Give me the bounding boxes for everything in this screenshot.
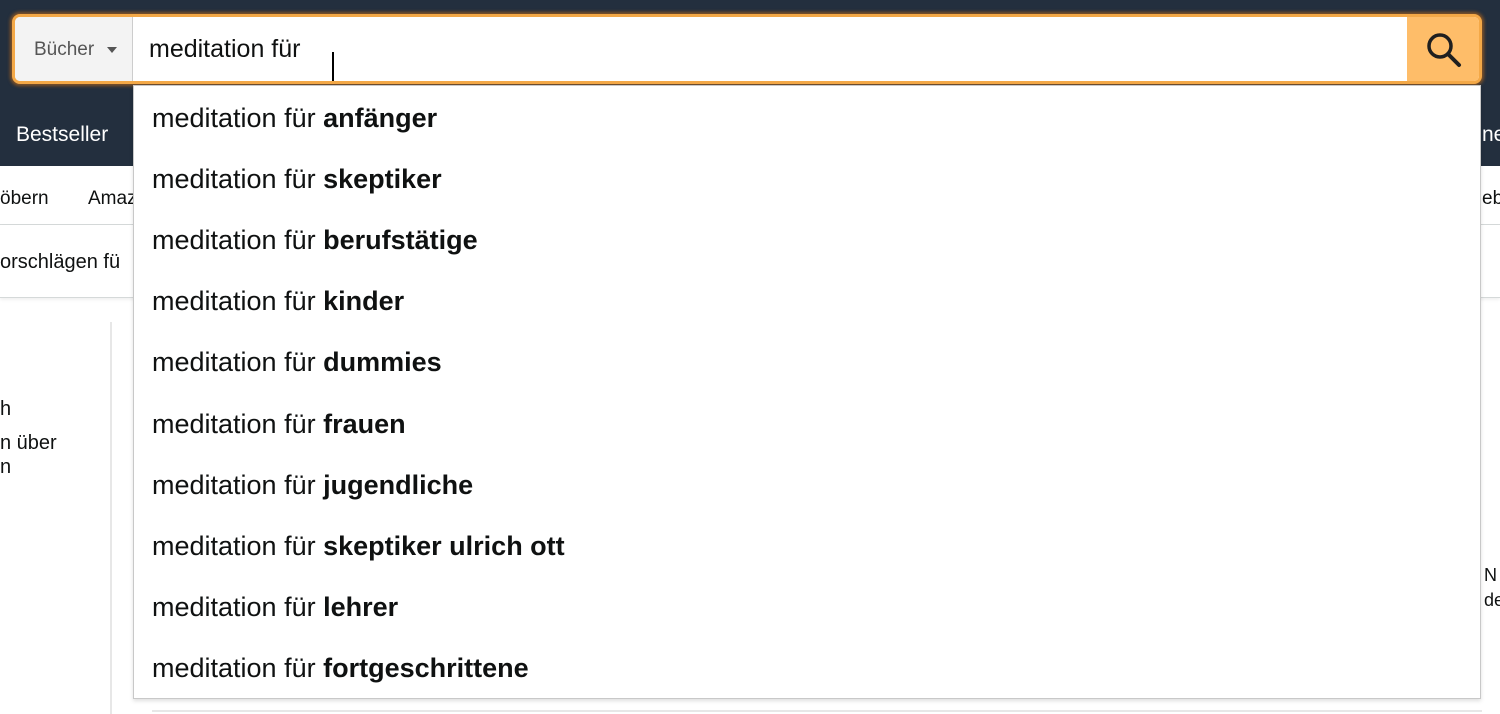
content-divider [152, 710, 1482, 712]
nav-item-partial[interactable]: ne [1482, 104, 1500, 166]
autocomplete-dropdown: meditation für anfänger meditation für s… [133, 85, 1481, 699]
subnav-item-amazon[interactable]: Amaz [88, 166, 134, 224]
suggestion-item[interactable]: meditation für berufstätige [134, 210, 1480, 271]
left-sidebar [0, 322, 112, 714]
caret-down-icon [107, 47, 117, 53]
text-cursor [332, 52, 334, 81]
subnav-item-partial[interactable]: ebo [1482, 166, 1500, 224]
right-text-line2: de [1484, 590, 1500, 610]
right-text-line1: N [1484, 565, 1497, 585]
suggestion-item[interactable]: meditation für skeptiker ulrich ott [134, 516, 1480, 577]
left-text-line1: h [0, 398, 12, 420]
left-text-line2: n über [0, 432, 57, 454]
suggestion-item[interactable]: meditation für jugendliche [134, 455, 1480, 516]
category-label: Bücher [34, 39, 95, 60]
suggestion-item[interactable]: meditation für fortgeschrittene [134, 638, 1480, 699]
suggestion-item[interactable]: meditation für dummies [134, 332, 1480, 393]
search-button[interactable] [1407, 17, 1479, 81]
banner-text: orschlägen fü [0, 251, 121, 273]
search-input[interactable] [133, 17, 1407, 81]
suggestion-item[interactable]: meditation für kinder [134, 271, 1480, 332]
suggestion-item[interactable]: meditation für anfänger [134, 88, 1480, 149]
search-bar: Bücher [12, 14, 1482, 84]
suggestion-item[interactable]: meditation für lehrer [134, 577, 1480, 638]
magnifier-icon [1427, 33, 1461, 67]
nav-item-bestseller[interactable]: Bestseller [16, 104, 108, 166]
category-select[interactable]: Bücher [15, 17, 133, 81]
suggestion-item[interactable]: meditation für skeptiker [134, 149, 1480, 210]
left-text-line3: n [0, 456, 12, 478]
suggestion-item[interactable]: meditation für frauen [134, 394, 1480, 455]
subnav-item-browse[interactable]: öbern [0, 166, 49, 224]
